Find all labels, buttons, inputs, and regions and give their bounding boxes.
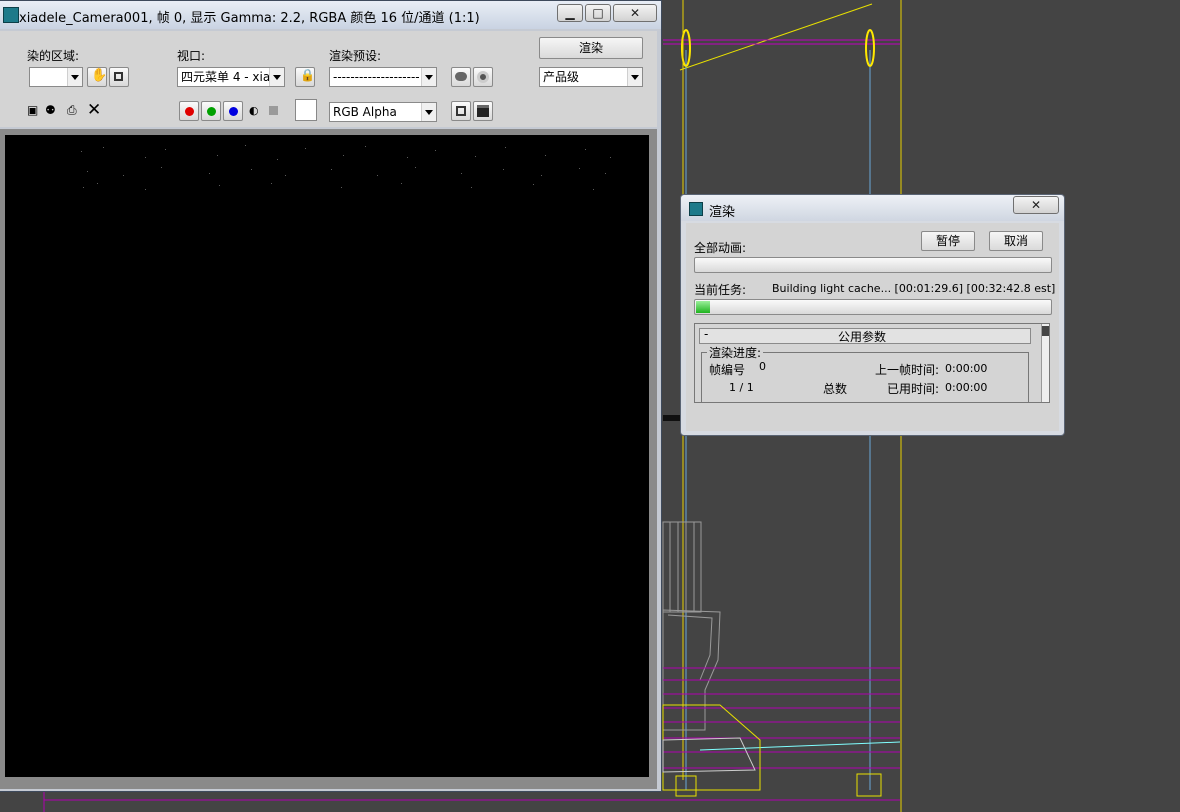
frame-count: 1 / 1 — [729, 381, 754, 394]
rollout-toggle: - — [704, 327, 709, 341]
app-icon — [3, 7, 19, 23]
environment-button[interactable] — [473, 67, 493, 87]
area-label: 染的区域: — [27, 49, 80, 63]
toggle-ui-button[interactable] — [473, 101, 493, 121]
current-task-progress-bar — [694, 299, 1052, 315]
render-dialog-body: 全部动画: 暂停 取消 当前任务: Building light cache..… — [686, 223, 1059, 431]
rendered-frame-window: xiadele_Camera001, 帧 0, 显示 Gamma: 2.2, R… — [0, 0, 662, 792]
green-channel-toggle[interactable] — [201, 101, 221, 121]
all-frames-progress-bar — [694, 257, 1052, 273]
maximize-button[interactable]: □ — [585, 4, 611, 22]
all-frames-label: 全部动画: — [694, 241, 747, 255]
total-label: 总数 — [823, 382, 848, 396]
panel-icon — [477, 105, 489, 117]
chevron-down-icon — [67, 68, 82, 86]
render-setup-button[interactable] — [451, 67, 471, 87]
save-image-icon[interactable]: ▣ — [27, 103, 38, 117]
preset-value: -------------------- — [333, 70, 420, 84]
maximize-icon: □ — [592, 6, 604, 20]
close-button[interactable]: ✕ — [613, 4, 657, 22]
alpha-icon[interactable] — [269, 106, 278, 115]
rollout-scrollbar[interactable] — [1041, 324, 1049, 402]
minimize-icon: ▁ — [565, 6, 575, 20]
app-icon — [689, 202, 703, 216]
current-task-value: Building light cache... [00:01:29.6] [00… — [772, 282, 1056, 295]
channel-value: RGB Alpha — [333, 105, 397, 119]
rendered-image — [5, 135, 649, 777]
elapsed-label: 已用时间: — [887, 382, 940, 396]
last-frame-time-value: 0:00:00 — [945, 362, 988, 375]
last-frame-time-label: 上一帧时间: — [875, 363, 940, 377]
cancel-button[interactable]: 取消 — [989, 231, 1043, 251]
current-task-label: 当前任务: — [694, 283, 747, 297]
window-icon — [456, 106, 466, 116]
rollout-header[interactable]: - 公用参数 — [699, 327, 1031, 344]
render-button[interactable]: 渲染 — [539, 37, 643, 59]
dialog-close-button[interactable]: ✕ — [1013, 196, 1059, 214]
region-icon — [114, 72, 123, 81]
lock-viewport-button[interactable]: 🔒 — [295, 67, 315, 87]
teapot-icon — [455, 72, 467, 81]
render-frame-area[interactable] — [0, 129, 657, 789]
chevron-down-icon — [421, 68, 436, 86]
red-dot-icon — [185, 107, 194, 116]
mono-icon[interactable]: ◐ — [249, 104, 259, 117]
blue-channel-toggle[interactable] — [223, 101, 243, 121]
rollout-scroll-thumb[interactable] — [1042, 326, 1049, 336]
minimize-button[interactable]: ▁ — [557, 4, 583, 22]
close-icon: ✕ — [1030, 198, 1042, 212]
common-params-rollout: - 公用参数 渲染进度: 帧编号 0 上一帧时间: 0:00:00 1 / 1 … — [694, 323, 1050, 403]
color-swatch[interactable] — [295, 99, 317, 121]
chevron-down-icon — [421, 103, 436, 121]
render-dialog-titlebar[interactable]: 渲染 ✕ — [681, 195, 1064, 221]
channel-dropdown[interactable]: RGB Alpha — [329, 102, 437, 122]
disc-icon — [477, 71, 489, 83]
viewport-value: 四元菜单 4 - xiad — [181, 70, 278, 84]
blue-dot-icon — [229, 107, 238, 116]
print-icon[interactable]: ⎙ — [67, 103, 77, 118]
frame-window-title: xiadele_Camera001, 帧 0, 显示 Gamma: 2.2, R… — [19, 11, 480, 26]
chevron-down-icon — [269, 68, 284, 86]
clone-window-icon[interactable]: ⚉ — [45, 103, 56, 117]
frame-number-label: 帧编号 — [709, 363, 746, 377]
quality-dropdown[interactable]: 产品级 — [539, 67, 643, 87]
render-dialog-title: 渲染 — [709, 205, 736, 220]
chevron-down-icon — [627, 68, 642, 86]
pause-button[interactable]: 暂停 — [921, 231, 975, 251]
red-channel-toggle[interactable] — [179, 101, 199, 121]
green-dot-icon — [207, 107, 216, 116]
rollout-title: 公用参数 — [838, 330, 887, 344]
edit-region-button[interactable]: ✋ — [87, 67, 107, 87]
preset-dropdown[interactable]: -------------------- — [329, 67, 437, 87]
close-icon: ✕ — [629, 6, 641, 20]
display-window-button[interactable] — [451, 101, 471, 121]
hand-icon: ✋ — [91, 68, 108, 83]
clear-icon[interactable]: ✕ — [87, 100, 101, 120]
render-progress-dialog: 渲染 ✕ 全部动画: 暂停 取消 当前任务: Building light ca… — [680, 194, 1065, 436]
lock-icon: 🔒 — [300, 68, 315, 82]
area-dropdown[interactable] — [29, 67, 83, 87]
current-task-progress-fill — [696, 301, 711, 313]
render-progress-group-title: 渲染进度: — [707, 344, 764, 361]
frame-number-value: 0 — [759, 360, 766, 373]
quality-value: 产品级 — [543, 70, 580, 84]
elapsed-value: 0:00:00 — [945, 381, 988, 394]
frame-window-titlebar[interactable]: xiadele_Camera001, 帧 0, 显示 Gamma: 2.2, R… — [0, 1, 661, 29]
auto-region-button[interactable] — [109, 67, 129, 87]
viewport-label: 视口: — [177, 49, 206, 63]
preset-label: 渲染预设: — [329, 49, 382, 63]
viewport-dropdown[interactable]: 四元菜单 4 - xiad — [177, 67, 285, 87]
frame-settings-panel: 染的区域: ✋ 视口: 四元菜单 4 - xiad 🔒 渲染预设: ------… — [0, 31, 657, 127]
